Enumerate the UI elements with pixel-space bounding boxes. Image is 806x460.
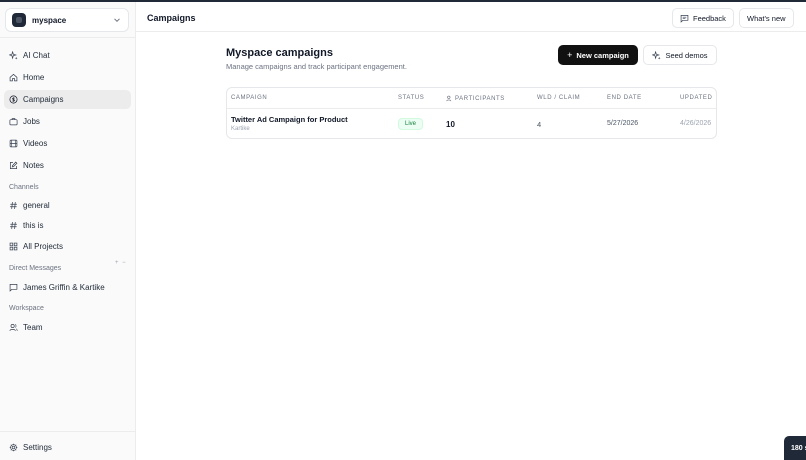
feedback-button[interactable]: Feedback	[672, 8, 734, 28]
seed-demos-button[interactable]: Seed demos	[643, 45, 717, 65]
workspace-name: myspace	[32, 15, 67, 25]
sidebar-channel-general[interactable]: general	[4, 196, 131, 215]
users-icon	[9, 323, 18, 332]
grid-icon	[9, 242, 18, 251]
workspace-switcher[interactable]: myspace	[5, 8, 129, 32]
page-subtitle: Manage campaigns and track participant e…	[226, 62, 407, 71]
updated-date-value: 4/26/2026	[680, 120, 712, 127]
sidebar-item-label: general	[23, 201, 50, 210]
sidebar-item-label: AI Chat	[23, 51, 50, 60]
column-header-wld-claim[interactable]: WLD / CLAIM	[537, 95, 580, 101]
column-header-updated[interactable]: UPDATED	[680, 95, 712, 101]
sidebar-item-label: Campaigns	[23, 95, 64, 104]
briefcase-icon	[9, 118, 18, 126]
message-square-icon	[680, 14, 689, 23]
sidebar-item-label: All Projects	[23, 242, 64, 251]
sparkles-icon	[9, 51, 18, 60]
chevron-down-icon	[114, 18, 120, 23]
sidebar-divider	[0, 37, 136, 38]
sidebar-item-notes[interactable]: Notes	[4, 156, 131, 175]
participants-count: 10	[446, 120, 455, 129]
column-header-campaign[interactable]: CAMPAIGN	[231, 95, 267, 101]
whats-new-label: What's new	[747, 13, 786, 23]
sidebar-item-jobs[interactable]: Jobs	[4, 112, 131, 131]
hash-icon	[10, 202, 17, 209]
campaigns-table: CAMPAIGN STATUS PARTICIPANTS WLD / CLAIM…	[226, 87, 717, 139]
sidebar-item-settings[interactable]: Settings	[4, 438, 131, 457]
sidebar-item-label: Jobs	[23, 117, 40, 126]
sidebar-item-campaigns[interactable]: Campaigns	[4, 90, 131, 109]
workspace-avatar	[12, 13, 26, 27]
column-header-label: PARTICIPANTS	[455, 95, 505, 102]
sidebar-item-label: James Griffin & Kartike	[23, 283, 105, 292]
hash-icon	[10, 222, 17, 229]
sidebar-item-label: Videos	[23, 139, 48, 148]
sidebar: myspace AI Chat Home Campaigns Jobs Vide…	[0, 2, 136, 460]
users-icon	[446, 95, 452, 102]
status-badge: Live	[398, 118, 424, 130]
wld-claim-value: 4	[537, 120, 542, 129]
top-header: Campaigns Feedback What's new	[136, 2, 806, 32]
whats-new-button[interactable]: What's new	[739, 8, 794, 28]
sidebar-item-label: Team	[23, 323, 43, 332]
sidebar-item-all-projects[interactable]: All Projects	[4, 237, 131, 256]
channels-section-label: Channels	[9, 184, 39, 191]
column-header-end-date[interactable]: END DATE	[607, 95, 642, 101]
new-campaign-label: New campaign	[576, 50, 629, 60]
page-title: Myspace campaigns	[226, 47, 333, 59]
film-icon	[9, 139, 18, 148]
seed-demos-label: Seed demos	[665, 50, 708, 60]
sidebar-item-label: this is	[23, 221, 44, 230]
feedback-label: Feedback	[693, 13, 726, 23]
direct-messages-section-label: Direct Messages	[9, 265, 62, 272]
workspace-section-label: Workspace	[9, 305, 44, 312]
sidebar-item-team[interactable]: Team	[4, 318, 131, 337]
table-header-divider	[227, 108, 716, 109]
column-header-participants[interactable]: PARTICIPANTS	[446, 95, 505, 102]
sidebar-item-ai-chat[interactable]: AI Chat	[4, 46, 131, 65]
new-campaign-button[interactable]: + New campaign	[558, 45, 638, 65]
page-header-title: Campaigns	[147, 13, 196, 23]
campaign-owner: Kartike	[231, 126, 250, 132]
plus-icon: +	[567, 50, 573, 60]
sidebar-divider	[0, 431, 136, 432]
edit-icon	[9, 161, 18, 170]
campaign-name[interactable]: Twitter Ad Campaign for Product	[231, 115, 348, 124]
sidebar-item-label: Settings	[23, 443, 52, 452]
floating-corner-badge[interactable]: 180 s	[784, 436, 806, 460]
sidebar-item-home[interactable]: Home	[4, 68, 131, 87]
sidebar-item-label: Notes	[23, 161, 44, 170]
sidebar-channel-this-is[interactable]: this is	[4, 216, 131, 235]
gear-icon	[9, 443, 18, 452]
end-date-value: 5/27/2026	[607, 120, 639, 127]
home-icon	[9, 73, 18, 82]
sparkles-icon	[652, 50, 661, 60]
dollar-circle-icon	[9, 95, 18, 104]
sidebar-item-label: Home	[23, 73, 45, 82]
sidebar-dm-james-griffin-kartike[interactable]: James Griffin & Kartike	[4, 278, 131, 297]
dm-add-remove-controls[interactable]: + −	[115, 260, 127, 266]
message-icon	[9, 283, 18, 292]
column-header-status[interactable]: STATUS	[398, 95, 424, 101]
sidebar-item-videos[interactable]: Videos	[4, 134, 131, 153]
